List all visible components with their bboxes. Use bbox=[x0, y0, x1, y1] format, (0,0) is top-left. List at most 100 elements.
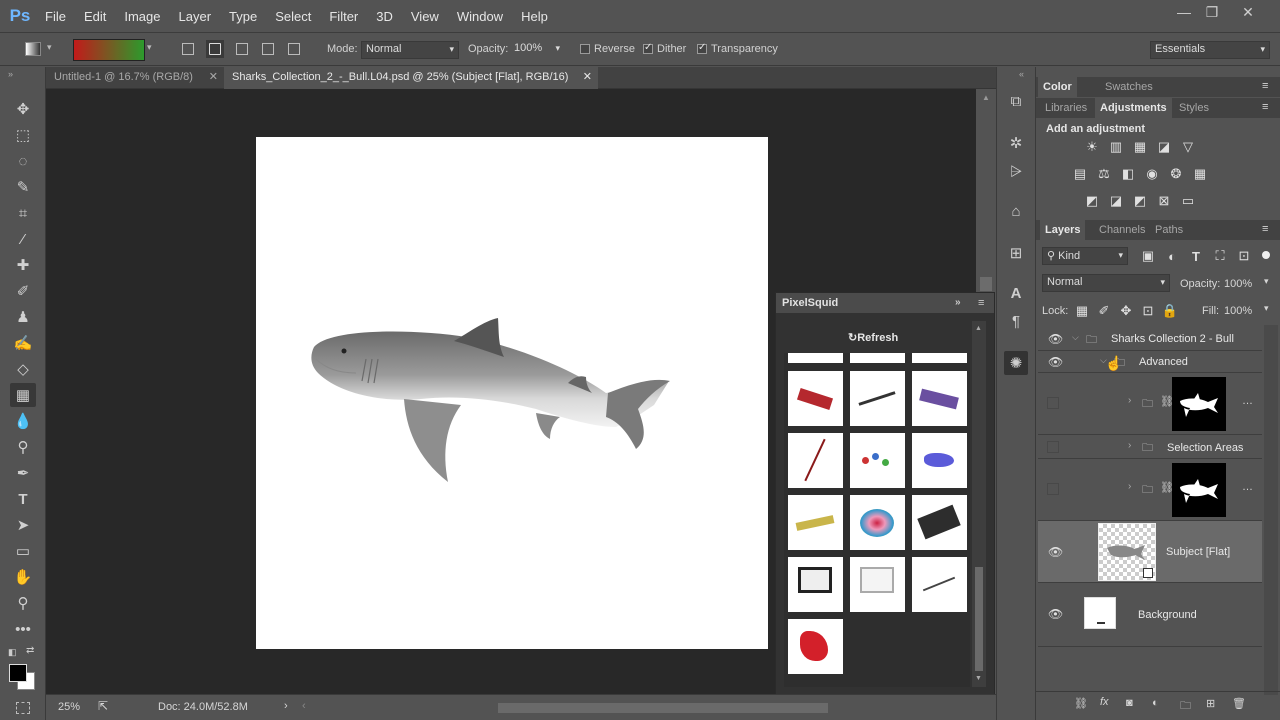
hand-tool-icon[interactable]: ✋ bbox=[10, 565, 36, 589]
menu-filter[interactable]: Filter bbox=[320, 0, 367, 33]
visibility-eye-icon[interactable]: 👁 bbox=[1048, 332, 1063, 346]
invert-icon[interactable]: ◩ bbox=[1084, 193, 1100, 208]
new-layer-icon[interactable]: ⊞ bbox=[1206, 697, 1215, 710]
pixelsquid-thumbnail[interactable] bbox=[850, 557, 905, 612]
pixelsquid-thumbnail[interactable] bbox=[850, 371, 905, 426]
more-icon[interactable]: … bbox=[1242, 481, 1253, 493]
clone-source-icon[interactable]: ⌂ bbox=[1004, 199, 1028, 223]
menu-type[interactable]: Type bbox=[220, 0, 266, 33]
zoom-level[interactable]: 25% bbox=[58, 701, 80, 713]
visibility-eye-icon[interactable]: 👁 bbox=[1048, 545, 1063, 559]
dodge-tool-icon[interactable]: ⚲ bbox=[10, 435, 36, 459]
close-tab-icon[interactable]: ✕ bbox=[583, 67, 592, 88]
brightness-contrast-icon[interactable]: ☀ bbox=[1084, 139, 1100, 154]
move-tool-icon[interactable]: ✥ bbox=[10, 97, 36, 121]
layer-row-selected[interactable]: 👁 Subject [Flat] bbox=[1038, 521, 1262, 583]
menu-view[interactable]: View bbox=[402, 0, 448, 33]
black-white-icon[interactable]: ◧ bbox=[1120, 166, 1136, 181]
layers-scrollbar[interactable] bbox=[1264, 325, 1278, 695]
path-selection-tool-icon[interactable]: ➤ bbox=[10, 513, 36, 537]
tab-paths[interactable]: Paths bbox=[1150, 220, 1188, 240]
layer-mask-thumbnail[interactable] bbox=[1172, 463, 1226, 517]
pixelsquid-thumbnail[interactable] bbox=[912, 557, 967, 612]
vertical-scroll-thumb[interactable] bbox=[980, 277, 992, 291]
menu-select[interactable]: Select bbox=[266, 0, 320, 33]
menu-help[interactable]: Help bbox=[512, 0, 557, 33]
opacity-input[interactable]: 100% ▾ bbox=[510, 41, 562, 59]
rectangle-tool-icon[interactable]: ▭ bbox=[10, 539, 36, 563]
pixelsquid-thumbnail[interactable] bbox=[912, 371, 967, 426]
lock-all-icon[interactable]: 🔒 bbox=[1162, 303, 1178, 318]
add-mask-icon[interactable]: ◙ bbox=[1126, 697, 1133, 709]
lock-artboard-icon[interactable]: ⊡ bbox=[1140, 303, 1156, 318]
reflected-gradient-icon[interactable] bbox=[262, 43, 274, 55]
scroll-down-icon[interactable]: ▼ bbox=[975, 675, 982, 682]
foreground-color-swatch[interactable] bbox=[9, 664, 27, 682]
chevron-down-icon[interactable]: ▾ bbox=[1264, 276, 1269, 287]
menu-file[interactable]: File bbox=[36, 0, 75, 33]
pixelsquid-thumbnail[interactable] bbox=[912, 495, 967, 550]
pixelsquid-scrollbar[interactable]: ▲ ▼ bbox=[972, 321, 986, 687]
pixelsquid-thumbnail[interactable] bbox=[788, 619, 843, 674]
quick-mask-icon[interactable] bbox=[16, 702, 30, 714]
channel-mixer-icon[interactable]: ❂ bbox=[1168, 166, 1184, 181]
selective-color-icon[interactable]: ⊠ bbox=[1156, 193, 1172, 208]
close-window-button[interactable]: ✕ bbox=[1232, 0, 1264, 24]
gradient-tool-icon[interactable] bbox=[25, 42, 41, 56]
new-group-icon[interactable]: 🗀 bbox=[1180, 697, 1191, 716]
pen-tool-icon[interactable]: ✒ bbox=[10, 461, 36, 485]
filter-type-icon[interactable]: T bbox=[1188, 249, 1204, 264]
menu-3d[interactable]: 3D bbox=[367, 0, 402, 33]
blend-mode-select[interactable]: Normal ▾ bbox=[1042, 274, 1170, 292]
pixelsquid-thumbnail[interactable] bbox=[850, 353, 905, 363]
character-icon[interactable]: A bbox=[1004, 281, 1028, 305]
pixelsquid-thumbnail[interactable] bbox=[912, 433, 967, 488]
tab-adjustments[interactable]: Adjustments bbox=[1095, 98, 1172, 118]
layer-thumbnail[interactable] bbox=[1098, 523, 1156, 581]
layer-thumbnail[interactable] bbox=[1084, 597, 1116, 629]
link-layers-icon[interactable]: ⛓ bbox=[1074, 697, 1088, 710]
filter-smart-object-icon[interactable]: ⊡ bbox=[1236, 248, 1252, 263]
tab-channels[interactable]: Channels bbox=[1094, 220, 1150, 240]
quick-selection-tool-icon[interactable]: ✎ bbox=[10, 175, 36, 199]
gradient-swatch[interactable] bbox=[73, 39, 145, 61]
pixelsquid-thumbnail[interactable] bbox=[850, 495, 905, 550]
tab-sharks-collection[interactable]: Sharks_Collection_2_-_Bull.L04.psd @ 25%… bbox=[224, 67, 598, 89]
eraser-tool-icon[interactable]: ◇ bbox=[10, 357, 36, 381]
layer-row[interactable]: 👁 Background bbox=[1038, 583, 1262, 647]
menu-edit[interactable]: Edit bbox=[75, 0, 115, 33]
visibility-eye-icon[interactable]: 👁 bbox=[1048, 355, 1063, 369]
collapse-panel-icon[interactable]: » bbox=[955, 293, 961, 313]
lasso-tool-icon[interactable]: ◌ bbox=[10, 149, 36, 173]
crop-tool-icon[interactable]: ⌗ bbox=[10, 201, 36, 225]
tab-swatches[interactable]: Swatches bbox=[1100, 77, 1158, 97]
layer-row[interactable]: 👁 ⌵ 🗀 Sharks Collection 2 - Bull bbox=[1038, 327, 1262, 351]
posterize-icon[interactable]: ◪ bbox=[1108, 193, 1124, 208]
history-icon[interactable]: ⧉ bbox=[1004, 89, 1028, 113]
layer-opacity-value[interactable]: 100% bbox=[1224, 278, 1252, 290]
layer-row[interactable]: › 🗀 ⛓ … bbox=[1038, 373, 1262, 435]
refresh-button[interactable]: ↻Refresh bbox=[848, 331, 898, 344]
chevron-right-icon[interactable]: › bbox=[1128, 395, 1131, 406]
filter-shape-icon[interactable]: ⛶ bbox=[1212, 248, 1228, 263]
pixelsquid-thumbnail[interactable] bbox=[912, 353, 967, 363]
visibility-toggle[interactable] bbox=[1047, 441, 1059, 453]
menu-window[interactable]: Window bbox=[448, 0, 512, 33]
lock-transparent-icon[interactable]: ▦ bbox=[1074, 303, 1090, 318]
chevron-down-icon[interactable]: ⌵ bbox=[1072, 332, 1079, 343]
hue-saturation-icon[interactable]: ▤ bbox=[1072, 166, 1088, 181]
filter-pixel-icon[interactable]: ▣ bbox=[1140, 248, 1156, 263]
angle-gradient-icon[interactable] bbox=[236, 43, 248, 55]
curves-icon[interactable]: ▦ bbox=[1132, 139, 1148, 154]
default-colors-icon[interactable]: ◧ bbox=[8, 647, 17, 658]
workspace-select[interactable]: Essentials ▾ bbox=[1150, 41, 1270, 59]
maximize-button[interactable]: ❐ bbox=[1196, 0, 1228, 24]
radial-gradient-active[interactable] bbox=[206, 40, 224, 58]
tab-libraries[interactable]: Libraries bbox=[1040, 98, 1092, 118]
clone-stamp-tool-icon[interactable]: ♟ bbox=[10, 305, 36, 329]
visibility-toggle[interactable] bbox=[1047, 483, 1059, 495]
threshold-icon[interactable]: ◩ bbox=[1132, 193, 1148, 208]
document-canvas[interactable] bbox=[256, 137, 768, 649]
delete-layer-icon[interactable]: 🗑 bbox=[1232, 697, 1246, 710]
visibility-eye-icon[interactable]: 👁 bbox=[1048, 607, 1063, 621]
